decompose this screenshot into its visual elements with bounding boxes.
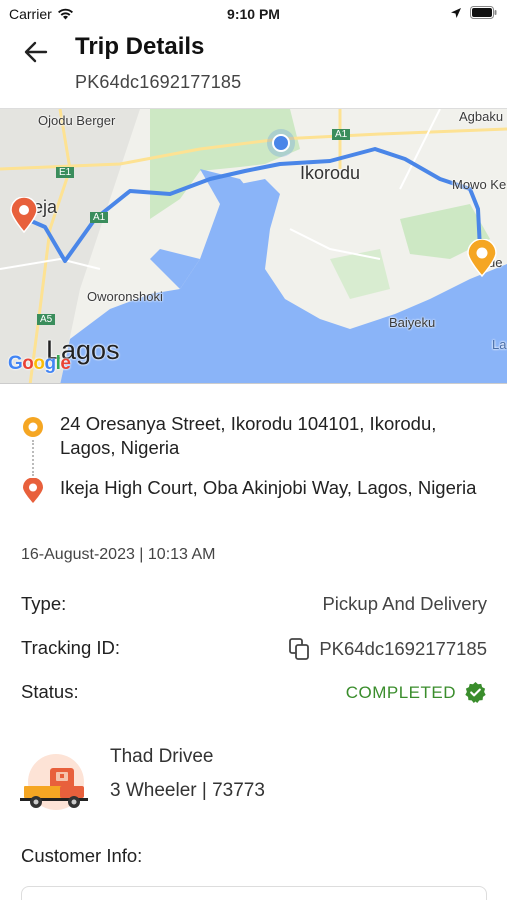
map-label-la: La (492, 337, 507, 352)
status-value-wrap: COMPLETED (346, 681, 487, 704)
back-button[interactable] (20, 36, 52, 68)
verified-check-icon (465, 681, 486, 704)
map-label-oworonshoki: Oworonshoki (87, 289, 163, 304)
status-value: COMPLETED (345, 682, 456, 702)
status-bar: Carrier 9:10 PM (0, 0, 507, 30)
tracking-value-wrap: PK64dc1692177185 (287, 637, 487, 661)
road-shield-a1-left: A1 (90, 212, 109, 223)
driver-name: Thad Drivee (110, 746, 214, 767)
driver-vehicle: 3 Wheeler | 73773 (110, 780, 265, 801)
type-row: Type: Pickup And Delivery (21, 593, 487, 619)
header: Trip Details PK64dc1692177185 (0, 30, 507, 108)
trip-id: PK64dc1692177185 (75, 72, 242, 92)
pickup-map-pin-icon[interactable] (467, 239, 497, 277)
status-label: Status: (21, 681, 79, 702)
type-label: Type: (21, 593, 67, 614)
back-arrow-icon (24, 41, 48, 63)
dropoff-address: Ikeja High Court, Oba Akinjobi Way, Lago… (60, 477, 477, 498)
route-map[interactable]: Ojodu Berger Agbaku Ikorodu Mowo Ke eja … (0, 108, 507, 384)
road-shield-a5: A5 (37, 314, 56, 325)
type-value: Pickup And Delivery (322, 593, 487, 614)
road-shield-e1: E1 (56, 167, 75, 178)
map-label-mowo-ke: Mowo Ke (452, 177, 507, 192)
google-logo: Google (8, 353, 71, 374)
customer-info-title: Customer Info: (21, 845, 143, 866)
road-shield-a1-top: A1 (332, 129, 351, 140)
three-wheeler-vehicle-icon (20, 754, 88, 810)
tracking-value: PK64dc1692177185 (319, 638, 487, 659)
page-title: Trip Details (75, 33, 205, 60)
dropoff-pin-icon (23, 478, 43, 503)
tracking-label: Tracking ID: (21, 637, 121, 658)
tracking-row: Tracking ID: PK64dc1692177185 (21, 637, 487, 663)
battery-icon (470, 6, 497, 19)
map-label-baiyeku: Baiyeku (389, 315, 436, 330)
driver-card: Thad Drivee 3 Wheeler | 73773 (0, 742, 507, 812)
trip-datetime: 16-August-2023 | 10:13 AM (21, 546, 216, 563)
map-label-agbaku: Agbaku (459, 109, 504, 124)
copy-icon[interactable] (287, 637, 311, 661)
location-arrow-icon (451, 7, 461, 18)
customer-info-card (21, 886, 487, 900)
map-label-ikorodu: Ikorodu (300, 163, 361, 183)
clock: 9:10 PM (227, 6, 280, 22)
pickup-address: 24 Oresanya Street, Ikorodu 104101, Ikor… (60, 413, 437, 458)
map-label-ojodu-berger: Ojodu Berger (38, 113, 116, 128)
status-row: Status: COMPLETED (21, 681, 487, 707)
route-connector (32, 440, 34, 476)
pickup-point-icon (23, 417, 43, 437)
dropoff-map-pin-icon[interactable] (10, 197, 38, 233)
